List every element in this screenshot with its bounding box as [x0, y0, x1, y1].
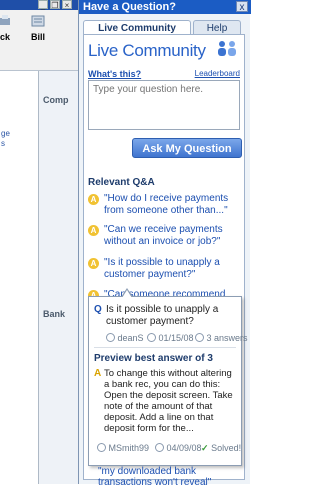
sidebar-link[interactable]: ge: [1, 129, 10, 139]
answer-date-meta: 04/09/08: [155, 443, 202, 453]
whats-this-link[interactable]: What's this?: [88, 69, 141, 79]
answer-badge-icon: A: [88, 258, 99, 269]
answer-badge-icon: A: [88, 225, 99, 236]
author-meta: deanS: [106, 333, 144, 343]
community-people-icon: [218, 41, 236, 56]
toolbar-item-ck[interactable]: ck: [0, 32, 10, 42]
divider: [94, 347, 236, 348]
printer-icon[interactable]: [0, 14, 16, 28]
solved-meta: ✓ Solved!: [201, 443, 241, 454]
tab-help[interactable]: Help: [193, 20, 241, 35]
clock-icon: [147, 333, 156, 342]
ask-my-question-button[interactable]: Ask My Question: [132, 138, 242, 158]
live-community-title: Live Community: [88, 41, 206, 60]
question-preview-popup: Q Is it possible to unapply a customer p…: [88, 296, 248, 466]
minimize-icon[interactable]: _: [38, 0, 48, 10]
bill-icon[interactable]: [30, 14, 46, 28]
restore-icon[interactable]: ❐: [50, 0, 60, 10]
check-icon: ✓: [201, 443, 209, 453]
answers-icon: [195, 333, 204, 342]
section-label-comp: Comp: [43, 95, 69, 105]
user-icon: [97, 443, 106, 452]
popup-question[interactable]: Is it possible to unapply a customer pay…: [106, 304, 238, 328]
date-meta: 01/15/08: [147, 333, 194, 343]
toolbar-item-bill[interactable]: Bill: [31, 32, 45, 42]
popup-answer-text: To change this without altering a bank r…: [104, 368, 233, 434]
close-window-icon[interactable]: ×: [62, 0, 72, 10]
popup-arrow-fill: [122, 290, 132, 298]
preview-header: Preview best answer of 3: [94, 353, 213, 364]
background-sidebar: ge s: [0, 71, 39, 484]
related-question-link[interactable]: "Is it possible to unapply a customer pa…: [104, 257, 242, 281]
tab-live-community[interactable]: Live Community: [83, 20, 191, 35]
solved-badge: Solved!: [211, 443, 242, 453]
leaderboard-link[interactable]: Leaderboard: [195, 69, 240, 78]
clock-icon: [155, 443, 164, 452]
answer-badge-icon: A: [88, 194, 99, 205]
related-question-link[interactable]: "How do I receive payments from someone …: [104, 193, 242, 217]
popup-author: deanS: [117, 333, 144, 343]
relevant-qa-header: Relevant Q&A: [88, 177, 155, 188]
sidebar-link[interactable]: s: [1, 139, 5, 149]
section-label-bank: Bank: [43, 309, 66, 319]
related-question-link[interactable]: "my downloaded bank transactions won't r…: [98, 466, 211, 488]
answer-author-meta: MSmith99: [97, 443, 149, 453]
related-question-link[interactable]: "Can we receive payments without an invo…: [104, 224, 242, 248]
background-main-area: Comp Bank: [39, 71, 78, 484]
user-icon: [106, 333, 115, 342]
close-icon[interactable]: x: [236, 1, 248, 13]
popup-date: 01/15/08: [158, 333, 194, 343]
panel-title: Have a Question?: [79, 0, 251, 14]
question-badge-icon: Q: [94, 304, 102, 315]
popup-answer-count: 3 answers: [206, 333, 248, 343]
answer-author: MSmith99: [108, 443, 150, 453]
question-input[interactable]: [88, 80, 240, 130]
answer-badge-icon: A: [94, 368, 102, 379]
answers-meta: 3 answers: [195, 333, 248, 343]
background-app-window: _ ❐ × ck Bill ge s Comp Bank: [0, 0, 78, 484]
answer-date: 04/09/08: [166, 443, 202, 453]
background-toolbar: ck Bill: [0, 10, 78, 71]
list-item[interactable]: "my downloaded bank transactions won't r…: [98, 466, 248, 488]
